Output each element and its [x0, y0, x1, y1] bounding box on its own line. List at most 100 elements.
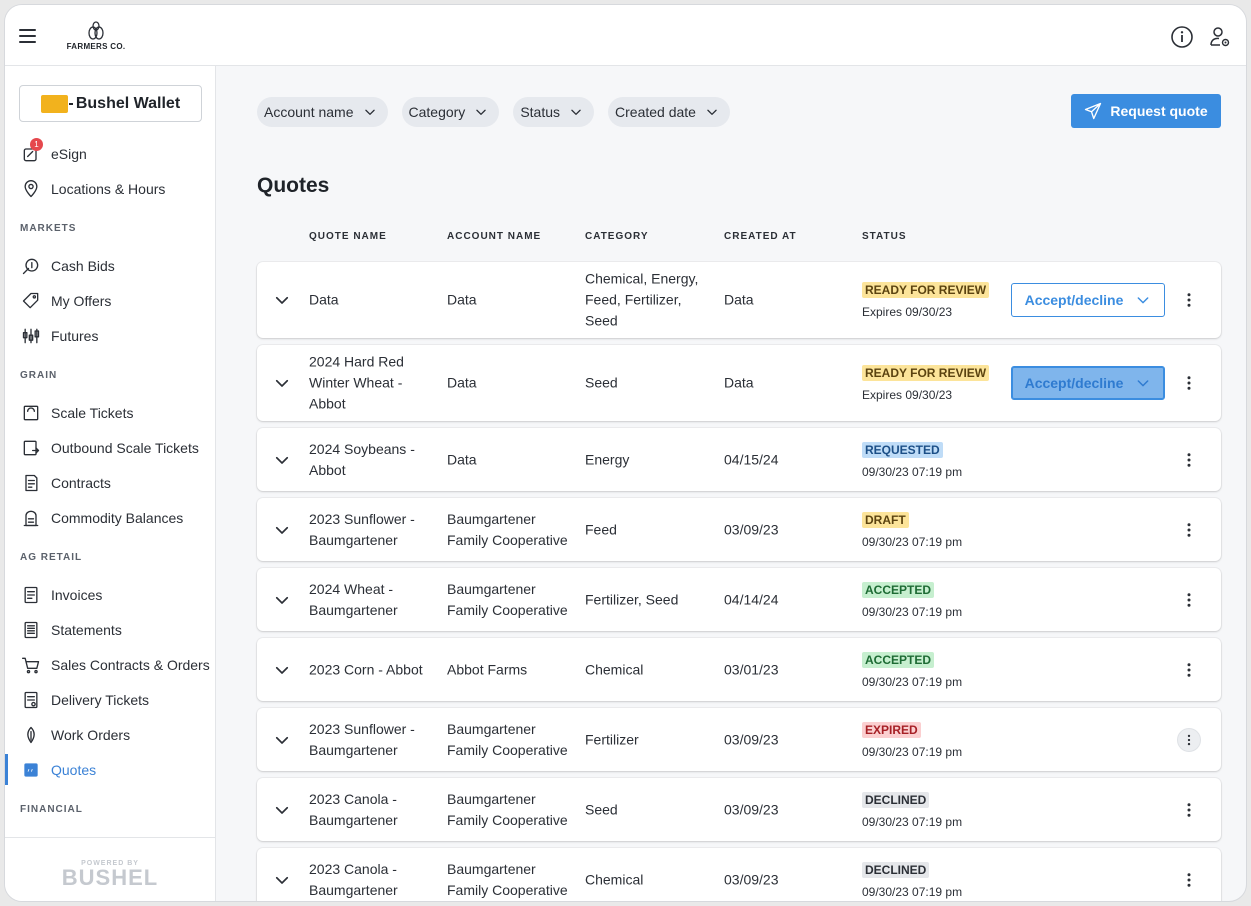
sidebar-item-delivery-tickets[interactable]: Delivery Tickets — [5, 682, 215, 717]
brand-logo[interactable]: FARMERS CO. — [61, 21, 131, 51]
quote-name: 2024 Wheat - Baumgartener — [309, 579, 398, 621]
expand-row-chevron-icon[interactable] — [273, 521, 291, 539]
status-subtext: 09/30/23 07:19 pm — [862, 604, 963, 619]
status-badge: REQUESTED — [862, 441, 943, 458]
quote-name: 2023 Canola - Baumgartener — [309, 789, 398, 831]
sidebar-item-label: My Offers — [51, 292, 112, 309]
account-name: Baumgartener Family Cooperative — [447, 579, 568, 621]
category-line: Seed — [585, 312, 618, 329]
quote-name-line: Baumgartener — [309, 881, 398, 898]
sidebar-item-scale-tickets[interactable]: Scale Tickets — [5, 395, 215, 430]
more-options-button[interactable] — [1177, 658, 1201, 682]
account-name-line: Abbot Farms — [447, 661, 528, 677]
category: Fertilizer, Seed — [585, 589, 678, 610]
table-row: Data Data Chemical, Energy, Feed, Fertilize… — [257, 262, 1221, 338]
accept-decline-label: Accept/decline — [1024, 292, 1124, 308]
account-name-line: Baumgartener — [447, 860, 536, 877]
expand-row-chevron-icon[interactable] — [273, 451, 291, 469]
created-at: 03/09/23 — [724, 731, 779, 747]
scale-ticket-icon — [23, 405, 39, 420]
table-row: 2023 Canola - Baumgartener Baumgartener Fam… — [257, 778, 1221, 841]
sidebar-item-quotes[interactable]: Quotes — [5, 752, 215, 787]
filter-status[interactable]: Status — [513, 97, 595, 127]
expand-row-chevron-icon[interactable] — [273, 374, 291, 392]
sidebar-item-invoices[interactable]: Invoices — [5, 577, 215, 612]
sidebar-item-statements[interactable]: Statements — [5, 612, 215, 647]
send-icon — [1085, 102, 1102, 120]
status-subtext: 09/30/23 07:19 pm — [862, 744, 963, 759]
more-options-button[interactable] — [1177, 798, 1201, 822]
quote-name-line: Winter Wheat - — [309, 374, 403, 391]
sidebar-item-cash-bids[interactable]: Cash Bids — [5, 248, 215, 283]
quote-name-line: 2024 Hard Red — [309, 353, 404, 370]
table-row: 2023 Corn - Abbot Abbot Farms Chemical 03/0… — [257, 638, 1221, 701]
more-options-button[interactable] — [1177, 518, 1201, 542]
sidebar-item-commodity-balances[interactable]: Commodity Balances — [5, 500, 215, 535]
account-name-line: Data — [447, 451, 477, 467]
filter-label: Status — [520, 104, 561, 120]
expand-row-chevron-icon[interactable] — [273, 661, 291, 679]
brand-leaf-icon — [88, 21, 104, 40]
status-subtext: Expires 09/30/23 — [862, 388, 953, 402]
more-vertical-icon — [1187, 872, 1191, 887]
info-circle-icon[interactable] — [1170, 25, 1194, 49]
category: Chemical — [585, 869, 643, 890]
delivery-ticket-icon — [24, 691, 38, 708]
more-vertical-icon — [1187, 293, 1191, 307]
expand-row-chevron-icon[interactable] — [273, 731, 291, 749]
status-subtext: 09/30/23 07:19 pm — [862, 884, 963, 899]
sidebar-item-work-orders[interactable]: Work Orders — [5, 717, 215, 752]
account-name: Baumgartener Family Cooperative — [447, 789, 568, 831]
quote-name: 2024 Hard Red Winter Wheat - Abbot — [309, 352, 404, 415]
account-name: Baumgartener Family Cooperative — [447, 859, 568, 901]
quote-name-line: 2023 Canola - — [309, 860, 397, 877]
category-line: Energy — [585, 451, 630, 467]
more-vertical-icon — [1187, 592, 1191, 607]
category: Seed — [585, 799, 618, 820]
status-subtext: 09/30/23 07:19 pm — [862, 464, 963, 479]
expand-row-chevron-icon[interactable] — [273, 591, 291, 609]
sidebar-nav: eSign 1 Locations & Hours MARKETS Cash Bids M… — [5, 136, 215, 829]
menu-icon[interactable] — [19, 29, 36, 43]
statement-icon — [24, 621, 38, 638]
category-line: Fertilizer, Seed — [585, 591, 679, 607]
quote-name-line: 2023 Sunflower - — [309, 720, 415, 737]
quote-name-line: Baumgartener — [309, 741, 398, 758]
sidebar-item-locations-hours[interactable]: Locations & Hours — [5, 171, 215, 206]
status-badge: ACCEPTED — [862, 651, 935, 668]
category-line: Seed — [585, 374, 618, 391]
sidebar-item-outbound-scale-tickets[interactable]: Outbound Scale Tickets — [5, 430, 215, 465]
more-options-button[interactable] — [1177, 288, 1201, 312]
quote-name-line: Baumgartener — [309, 811, 398, 828]
sidebar-item-futures[interactable]: Futures — [5, 318, 215, 353]
quote-name-line: Abbot — [309, 395, 346, 412]
status-subtext: 09/30/23 07:19 pm — [862, 814, 963, 829]
more-options-button[interactable] — [1177, 868, 1201, 892]
expand-row-chevron-icon[interactable] — [273, 871, 291, 889]
user-settings-icon[interactable] — [1208, 25, 1232, 49]
status-cell: ACCEPTED 09/30/23 07:19 pm — [862, 581, 962, 619]
more-options-button[interactable] — [1177, 371, 1201, 395]
bushel-wallet-button[interactable]: Bushel Wallet — [19, 85, 202, 122]
sidebar-section-grain: GRAIN — [20, 370, 58, 381]
filter-category[interactable]: Category — [401, 97, 500, 127]
more-vertical-icon — [1187, 376, 1191, 390]
filter-created-date[interactable]: Created date — [608, 97, 730, 127]
accept-decline-button[interactable]: Accept/decline — [1011, 283, 1165, 317]
table-header: QUOTE NAME ACCOUNT NAME CATEGORY CREATED AT… — [257, 231, 1221, 251]
quote-name-line: Baumgartener — [309, 531, 398, 548]
sidebar-item-contracts[interactable]: Contracts — [5, 465, 215, 500]
expand-row-chevron-icon[interactable] — [273, 291, 291, 309]
more-options-button[interactable] — [1177, 727, 1201, 752]
more-options-button[interactable] — [1177, 448, 1201, 472]
accept-decline-button[interactable]: Accept/decline — [1011, 366, 1165, 400]
more-options-button[interactable] — [1177, 588, 1201, 612]
expand-row-chevron-icon[interactable] — [273, 801, 291, 819]
sidebar-item-esign[interactable]: eSign 1 — [5, 136, 215, 171]
sidebar-item-my-offers[interactable]: My Offers — [5, 283, 215, 318]
silo-icon — [23, 510, 39, 526]
filter-account-name[interactable]: Account name — [257, 97, 388, 127]
sidebar-item-sales-contracts-orders[interactable]: Sales Contracts & Orders — [5, 647, 215, 682]
request-quote-button[interactable]: Request quote — [1071, 94, 1221, 128]
column-header-account-name: ACCOUNT NAME — [447, 231, 542, 242]
